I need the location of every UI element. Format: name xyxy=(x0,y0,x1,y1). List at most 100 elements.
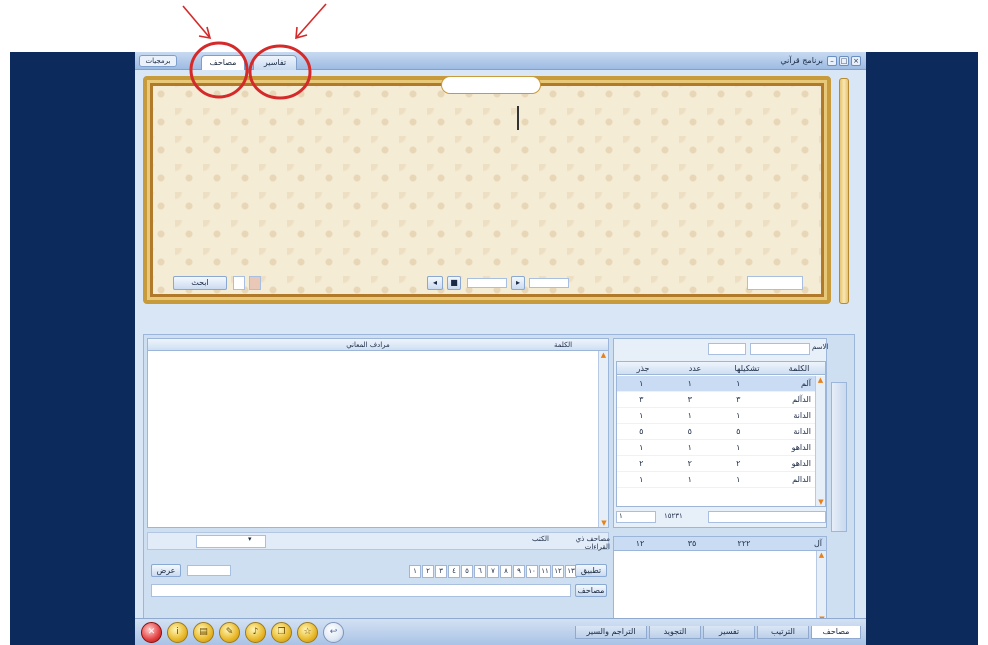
view-button[interactable]: عرض xyxy=(151,564,181,577)
words-table: الكلمة تشكيلها عدد جذر آلم ١ ١ ١ الدآلم … xyxy=(616,361,826,507)
apply-button-label: تطبيق xyxy=(580,566,602,575)
maximize-button[interactable]: □ xyxy=(839,56,849,66)
position-input[interactable] xyxy=(467,278,507,288)
close-window-button[interactable]: × xyxy=(851,56,861,66)
scroll-up-icon[interactable]: ▲ xyxy=(599,351,608,359)
lower-words-scrollbar[interactable]: ▲ ▼ xyxy=(816,551,826,623)
verse-stepper[interactable]: ١ ٢ ٣ ٤ ٥ ٦ ٧ ٨ ٩ ١٠ ١١ ١٢ ١٣ xyxy=(409,565,577,578)
lower-word-label[interactable]: آل xyxy=(770,537,826,550)
copy-icon[interactable]: ❐ xyxy=(271,622,292,643)
stepper-cell[interactable]: ١٠ xyxy=(526,565,538,578)
tab-tafsir-label: تفاسير xyxy=(263,58,287,67)
window-title: برنامج قرآني xyxy=(780,56,823,65)
scroll-up-icon[interactable]: ▲ xyxy=(816,376,825,384)
options-checkbox-label[interactable]: الكتب xyxy=(532,535,549,543)
bottom-tab-biographies[interactable]: التراجم والسير xyxy=(575,626,647,639)
surah-title-box[interactable] xyxy=(441,76,541,94)
stepper-cell[interactable]: ٩ xyxy=(513,565,525,578)
words-col-form[interactable]: تشكيلها xyxy=(721,362,773,374)
word-cell: الدانة xyxy=(793,427,811,436)
scroll-down-icon[interactable]: ▼ xyxy=(816,498,826,506)
table-row[interactable]: الداهو ١ ١ ١ xyxy=(617,440,815,456)
tab-mushaf[interactable]: مصاحف xyxy=(201,55,245,70)
page-scrollbar[interactable] xyxy=(839,78,849,304)
words-footer-value[interactable]: ١ xyxy=(616,511,656,523)
mushaf-button[interactable]: مصاحف xyxy=(575,584,607,597)
meanings-scrollbar[interactable]: ▲ ▼ xyxy=(598,351,608,527)
lower-value-cell: ١٢ xyxy=(635,539,645,548)
view-button-label: عرض xyxy=(156,566,176,575)
meanings-header-word: الكلمة xyxy=(553,341,573,349)
book-icon[interactable]: ▤ xyxy=(193,622,214,643)
font-select[interactable] xyxy=(196,535,266,548)
meanings-panel: الكلمة مرادف المعاني ▲ ▼ xyxy=(147,338,609,528)
words-table-body: آلم ١ ١ ١ الدآلم ٣ ٣ ٣ الدانة ١ ١ ١ الدا… xyxy=(617,376,815,488)
info-icon[interactable]: i xyxy=(167,622,188,643)
star-icon[interactable]: ☆ xyxy=(297,622,318,643)
sound-icon[interactable]: ♪ xyxy=(245,622,266,643)
pen-icon[interactable]: ✎ xyxy=(219,622,240,643)
window-menu-button[interactable]: برمجيات xyxy=(139,55,177,67)
bottom-tabs: مصاحف الترتيب تفسير التجويد التراجم والس… xyxy=(575,626,861,639)
word-search-input[interactable] xyxy=(708,343,746,355)
stepper-cell[interactable]: ١ xyxy=(409,565,421,578)
annotation-arrowhead-left xyxy=(198,26,212,40)
value-cell: ١ xyxy=(736,379,741,388)
apply-button[interactable]: تطبيق xyxy=(575,564,607,577)
zoom-slider[interactable] xyxy=(529,278,569,288)
color-icon[interactable] xyxy=(249,276,261,290)
page-number-box[interactable] xyxy=(747,276,803,290)
right-side-panel xyxy=(866,52,978,645)
bottom-tab-order[interactable]: الترتيب xyxy=(757,626,809,639)
table-row[interactable]: الدانة ١ ١ ١ xyxy=(617,408,815,424)
close-circle-icon[interactable]: ✕ xyxy=(141,622,162,643)
table-row[interactable]: الدانة ٥ ٥ ٥ xyxy=(617,424,815,440)
window-menu-label: برمجيات xyxy=(145,57,171,65)
stepper-cell[interactable]: ٧ xyxy=(487,565,499,578)
footer-input[interactable] xyxy=(151,584,571,597)
words-scrollbar[interactable]: ▲ ▼ xyxy=(815,376,825,506)
value-cell: ١ xyxy=(687,443,692,452)
table-row[interactable]: الدالم ١ ١ ١ xyxy=(617,472,815,488)
vertical-side-tab[interactable] xyxy=(831,382,847,532)
nav-prev-button[interactable]: ◂ xyxy=(427,276,443,290)
words-col-count[interactable]: عدد xyxy=(669,362,721,374)
tab-tafsir[interactable]: تفاسير xyxy=(253,55,297,70)
bottom-tab-tajweed[interactable]: التجويد xyxy=(649,626,701,639)
bottom-tab-mushaf[interactable]: مصاحف xyxy=(811,626,861,639)
quran-search-button[interactable]: ابحث xyxy=(173,276,227,290)
nav-stop-button[interactable]: ■ xyxy=(447,276,461,290)
value-cell: ١ xyxy=(687,411,692,420)
value-cell: ٣ xyxy=(736,395,741,404)
words-footer-input[interactable] xyxy=(708,511,826,523)
scroll-up-icon[interactable]: ▲ xyxy=(817,551,826,559)
table-row[interactable]: آلم ١ ١ ١ xyxy=(617,376,815,392)
stepper-cell[interactable]: ٣ xyxy=(435,565,447,578)
annotation-arrow-left xyxy=(182,5,211,39)
chevron-down-icon[interactable]: ▾ xyxy=(248,535,252,543)
stepper-cell[interactable]: ٢ xyxy=(422,565,434,578)
stepper-cell[interactable]: ١٢ xyxy=(552,565,564,578)
stepper-cell[interactable]: ٨ xyxy=(500,565,512,578)
stepper-cell[interactable]: ١١ xyxy=(539,565,551,578)
value-cell: ١ xyxy=(639,411,644,420)
stepper-cell[interactable]: ٦ xyxy=(474,565,486,578)
view-input[interactable] xyxy=(187,565,231,576)
back-icon[interactable]: ↩ xyxy=(323,622,344,643)
word-search-input-2[interactable] xyxy=(750,343,810,355)
stepper-cell[interactable]: ٤ xyxy=(448,565,460,578)
words-col-root[interactable]: جذر xyxy=(617,362,669,374)
stepper-cell[interactable]: ٥ xyxy=(461,565,473,578)
value-cell: ٢ xyxy=(639,459,644,468)
minimize-button[interactable]: – xyxy=(827,56,837,66)
word-cell: آلم xyxy=(801,379,811,388)
bottom-tab-tafsir[interactable]: تفسير xyxy=(703,626,755,639)
word-cell: الدالم xyxy=(792,475,811,484)
table-row[interactable]: الداهو ٢ ٢ ٢ xyxy=(617,456,815,472)
page-icon[interactable] xyxy=(233,276,245,290)
table-row[interactable]: الدآلم ٣ ٣ ٣ xyxy=(617,392,815,408)
nav-next-button[interactable]: ▸ xyxy=(511,276,525,290)
value-cell: ١ xyxy=(736,475,741,484)
words-col-word[interactable]: الكلمة xyxy=(773,362,825,374)
scroll-down-icon[interactable]: ▼ xyxy=(599,519,609,527)
